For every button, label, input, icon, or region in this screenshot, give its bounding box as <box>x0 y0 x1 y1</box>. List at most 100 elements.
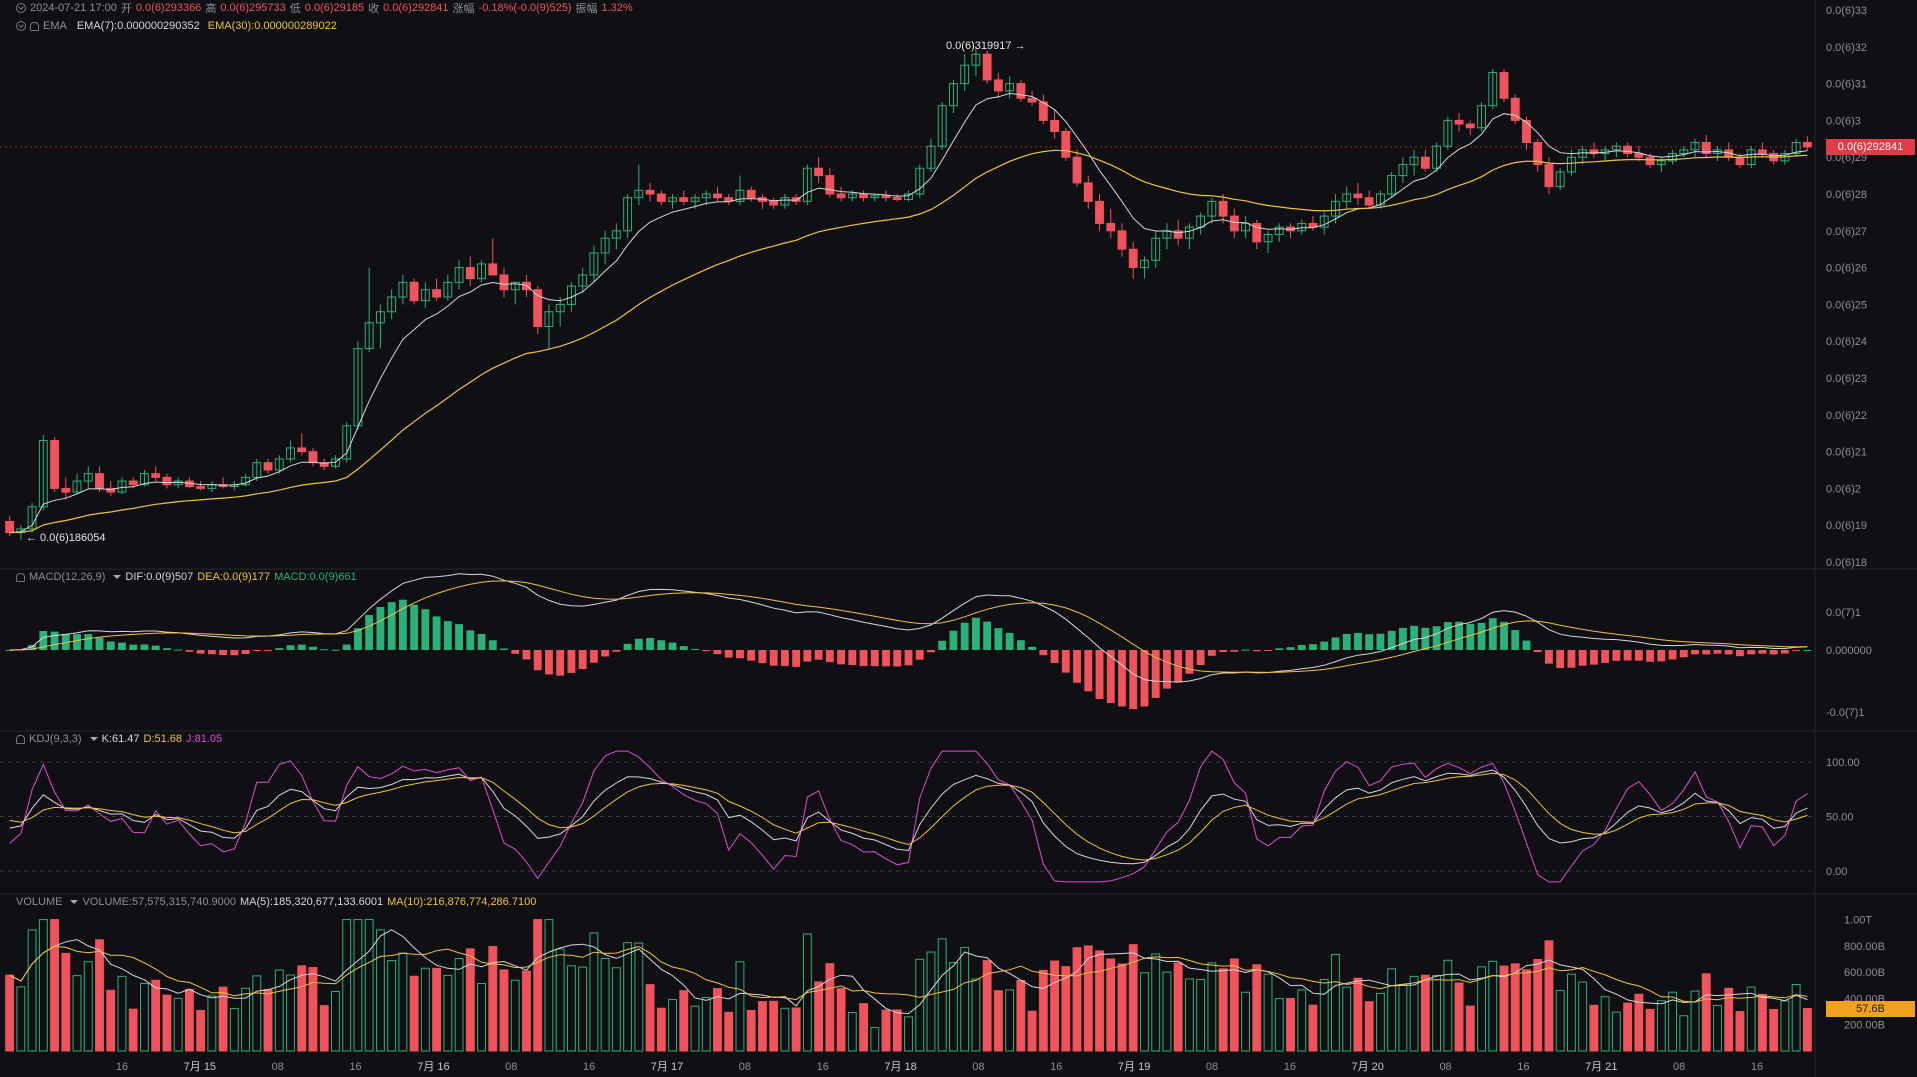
macd-histogram-bar <box>1398 627 1407 650</box>
volume-bar <box>1095 950 1104 1052</box>
candle-body <box>746 189 756 199</box>
volume-bar <box>1252 964 1262 1052</box>
macd-tick-label: 0.0(7)1 <box>1826 607 1861 619</box>
candle-body <box>263 462 273 471</box>
macd-histogram-bar <box>646 637 655 650</box>
volume-bar <box>859 1003 868 1052</box>
candle-body <box>825 175 835 195</box>
alert-bell-icon[interactable] <box>16 734 25 744</box>
candle-body <box>1117 230 1127 250</box>
volume-bar <box>847 1012 857 1052</box>
macd-indicator-name[interactable]: MACD(12,26,9) <box>29 571 105 583</box>
macd-histogram-bar <box>780 650 789 667</box>
candle-body <box>308 451 318 464</box>
time-tick-label: 7月 19 <box>1118 1061 1150 1073</box>
macd-histogram-bar <box>1421 627 1430 650</box>
macd-histogram-bar <box>1207 650 1216 656</box>
volume-bar <box>892 1009 902 1052</box>
macd-histogram-bar <box>1095 650 1104 700</box>
time-tick-label: 08 <box>1206 1061 1218 1073</box>
macd-histogram-bar <box>1286 647 1295 650</box>
volume-bar <box>95 939 104 1052</box>
time-tick-label: 16 <box>1751 1061 1763 1073</box>
volume-bar <box>1151 953 1161 1052</box>
price-tick-label: 0.0(6)2 <box>1826 483 1861 495</box>
chevron-down-icon[interactable] <box>89 737 98 741</box>
macd-histogram-bar <box>1118 650 1126 707</box>
chevron-down-icon[interactable] <box>70 900 79 904</box>
volume-bar <box>1544 940 1554 1052</box>
time-tick-label: 08 <box>1673 1061 1685 1073</box>
time-tick-label: 7月 20 <box>1352 1061 1384 1073</box>
alert-bell-icon[interactable] <box>30 21 39 31</box>
volume-bar <box>1533 959 1543 1052</box>
macd-histogram-bar <box>1702 650 1711 655</box>
volume-bar <box>342 919 352 1052</box>
macd-histogram-bar <box>971 617 980 650</box>
price-tick-label: 0.0(6)19 <box>1826 520 1867 532</box>
macd-histogram-bar <box>1264 650 1272 651</box>
macd-histogram-bar <box>1736 650 1744 657</box>
ema-indicator-name[interactable]: EMA <box>43 20 67 32</box>
candle-body <box>95 473 104 489</box>
candle-body <box>1802 141 1812 148</box>
volume-bar <box>1758 993 1767 1052</box>
volume-bar <box>1342 986 1352 1052</box>
macd-histogram-bar <box>1320 641 1329 650</box>
volume-bar <box>1780 1000 1790 1052</box>
kline-chart[interactable]: 0.0(6)330.0(6)320.0(6)310.0(6)30.0(6)290… <box>0 0 1917 1077</box>
ohlc-header: 2024-07-21 17:00 开 0.0(6)293366 高 0.0(6)29… <box>16 1 637 15</box>
ema30-line <box>9 149 1808 534</box>
change-value: -0.18%(-0.0(9)525) <box>478 2 572 14</box>
chevron-down-icon[interactable] <box>113 575 122 579</box>
macd-histogram-bar <box>297 644 306 650</box>
volume-bar <box>1207 962 1217 1052</box>
volume-bar <box>522 970 531 1052</box>
macd-histogram-bar <box>1533 650 1542 653</box>
price-tick-label: 0.0(6)33 <box>1826 5 1867 17</box>
macd-histogram-bar <box>1668 650 1677 660</box>
volume-bar <box>757 1001 767 1052</box>
macd-histogram-bar <box>286 645 295 650</box>
volume-bar <box>229 1007 239 1052</box>
volume-bar <box>1679 1015 1689 1052</box>
candle-body <box>814 167 824 177</box>
kdj-indicator-name[interactable]: KDJ(9,3,3) <box>29 733 82 745</box>
macd-histogram-bar <box>1567 650 1576 668</box>
macd-histogram-bar <box>309 646 317 650</box>
volume-bar <box>1229 958 1239 1052</box>
macd-histogram-bar <box>612 650 621 652</box>
volume-indicator-name[interactable]: VOLUME <box>16 896 62 908</box>
volume-bar <box>409 975 419 1052</box>
macd-histogram-bar <box>1780 650 1789 654</box>
macd-histogram-bar <box>1039 650 1048 656</box>
k-value: K:61.47 <box>101 733 140 745</box>
macd-histogram-bar <box>792 650 801 667</box>
volume-bar <box>1713 1004 1722 1052</box>
macd-tick-label: -0.0(7)1 <box>1826 707 1865 719</box>
candle-body <box>1218 200 1228 217</box>
volume-bar <box>1578 981 1588 1052</box>
volume-bar <box>634 942 644 1052</box>
macd-histogram-bar <box>1129 650 1138 710</box>
volume-bar <box>38 919 48 1052</box>
volume-bar <box>128 1008 138 1052</box>
collapse-icon[interactable] <box>16 21 26 31</box>
collapse-icon[interactable] <box>16 3 26 13</box>
macd-tick-label: 0.000000 <box>1826 645 1872 657</box>
candle-body <box>1027 97 1037 103</box>
volume-bar <box>510 979 520 1052</box>
macd-histogram-bar <box>219 650 228 656</box>
volume-bar <box>668 999 677 1052</box>
macd-histogram-bar <box>1297 645 1306 650</box>
volume-bar <box>1038 969 1048 1052</box>
candle-datetime: 2024-07-21 17:00 <box>30 2 117 14</box>
volume-bar <box>701 996 711 1052</box>
candle-body <box>1634 153 1644 158</box>
macd-histogram-bar <box>1275 648 1284 650</box>
macd-histogram-bar <box>938 640 947 650</box>
alert-bell-icon[interactable] <box>16 572 25 582</box>
macd-histogram-bar <box>207 650 216 655</box>
volume-bar <box>263 989 273 1052</box>
current-price-tag: 0.0(6)292841 <box>1826 138 1915 155</box>
